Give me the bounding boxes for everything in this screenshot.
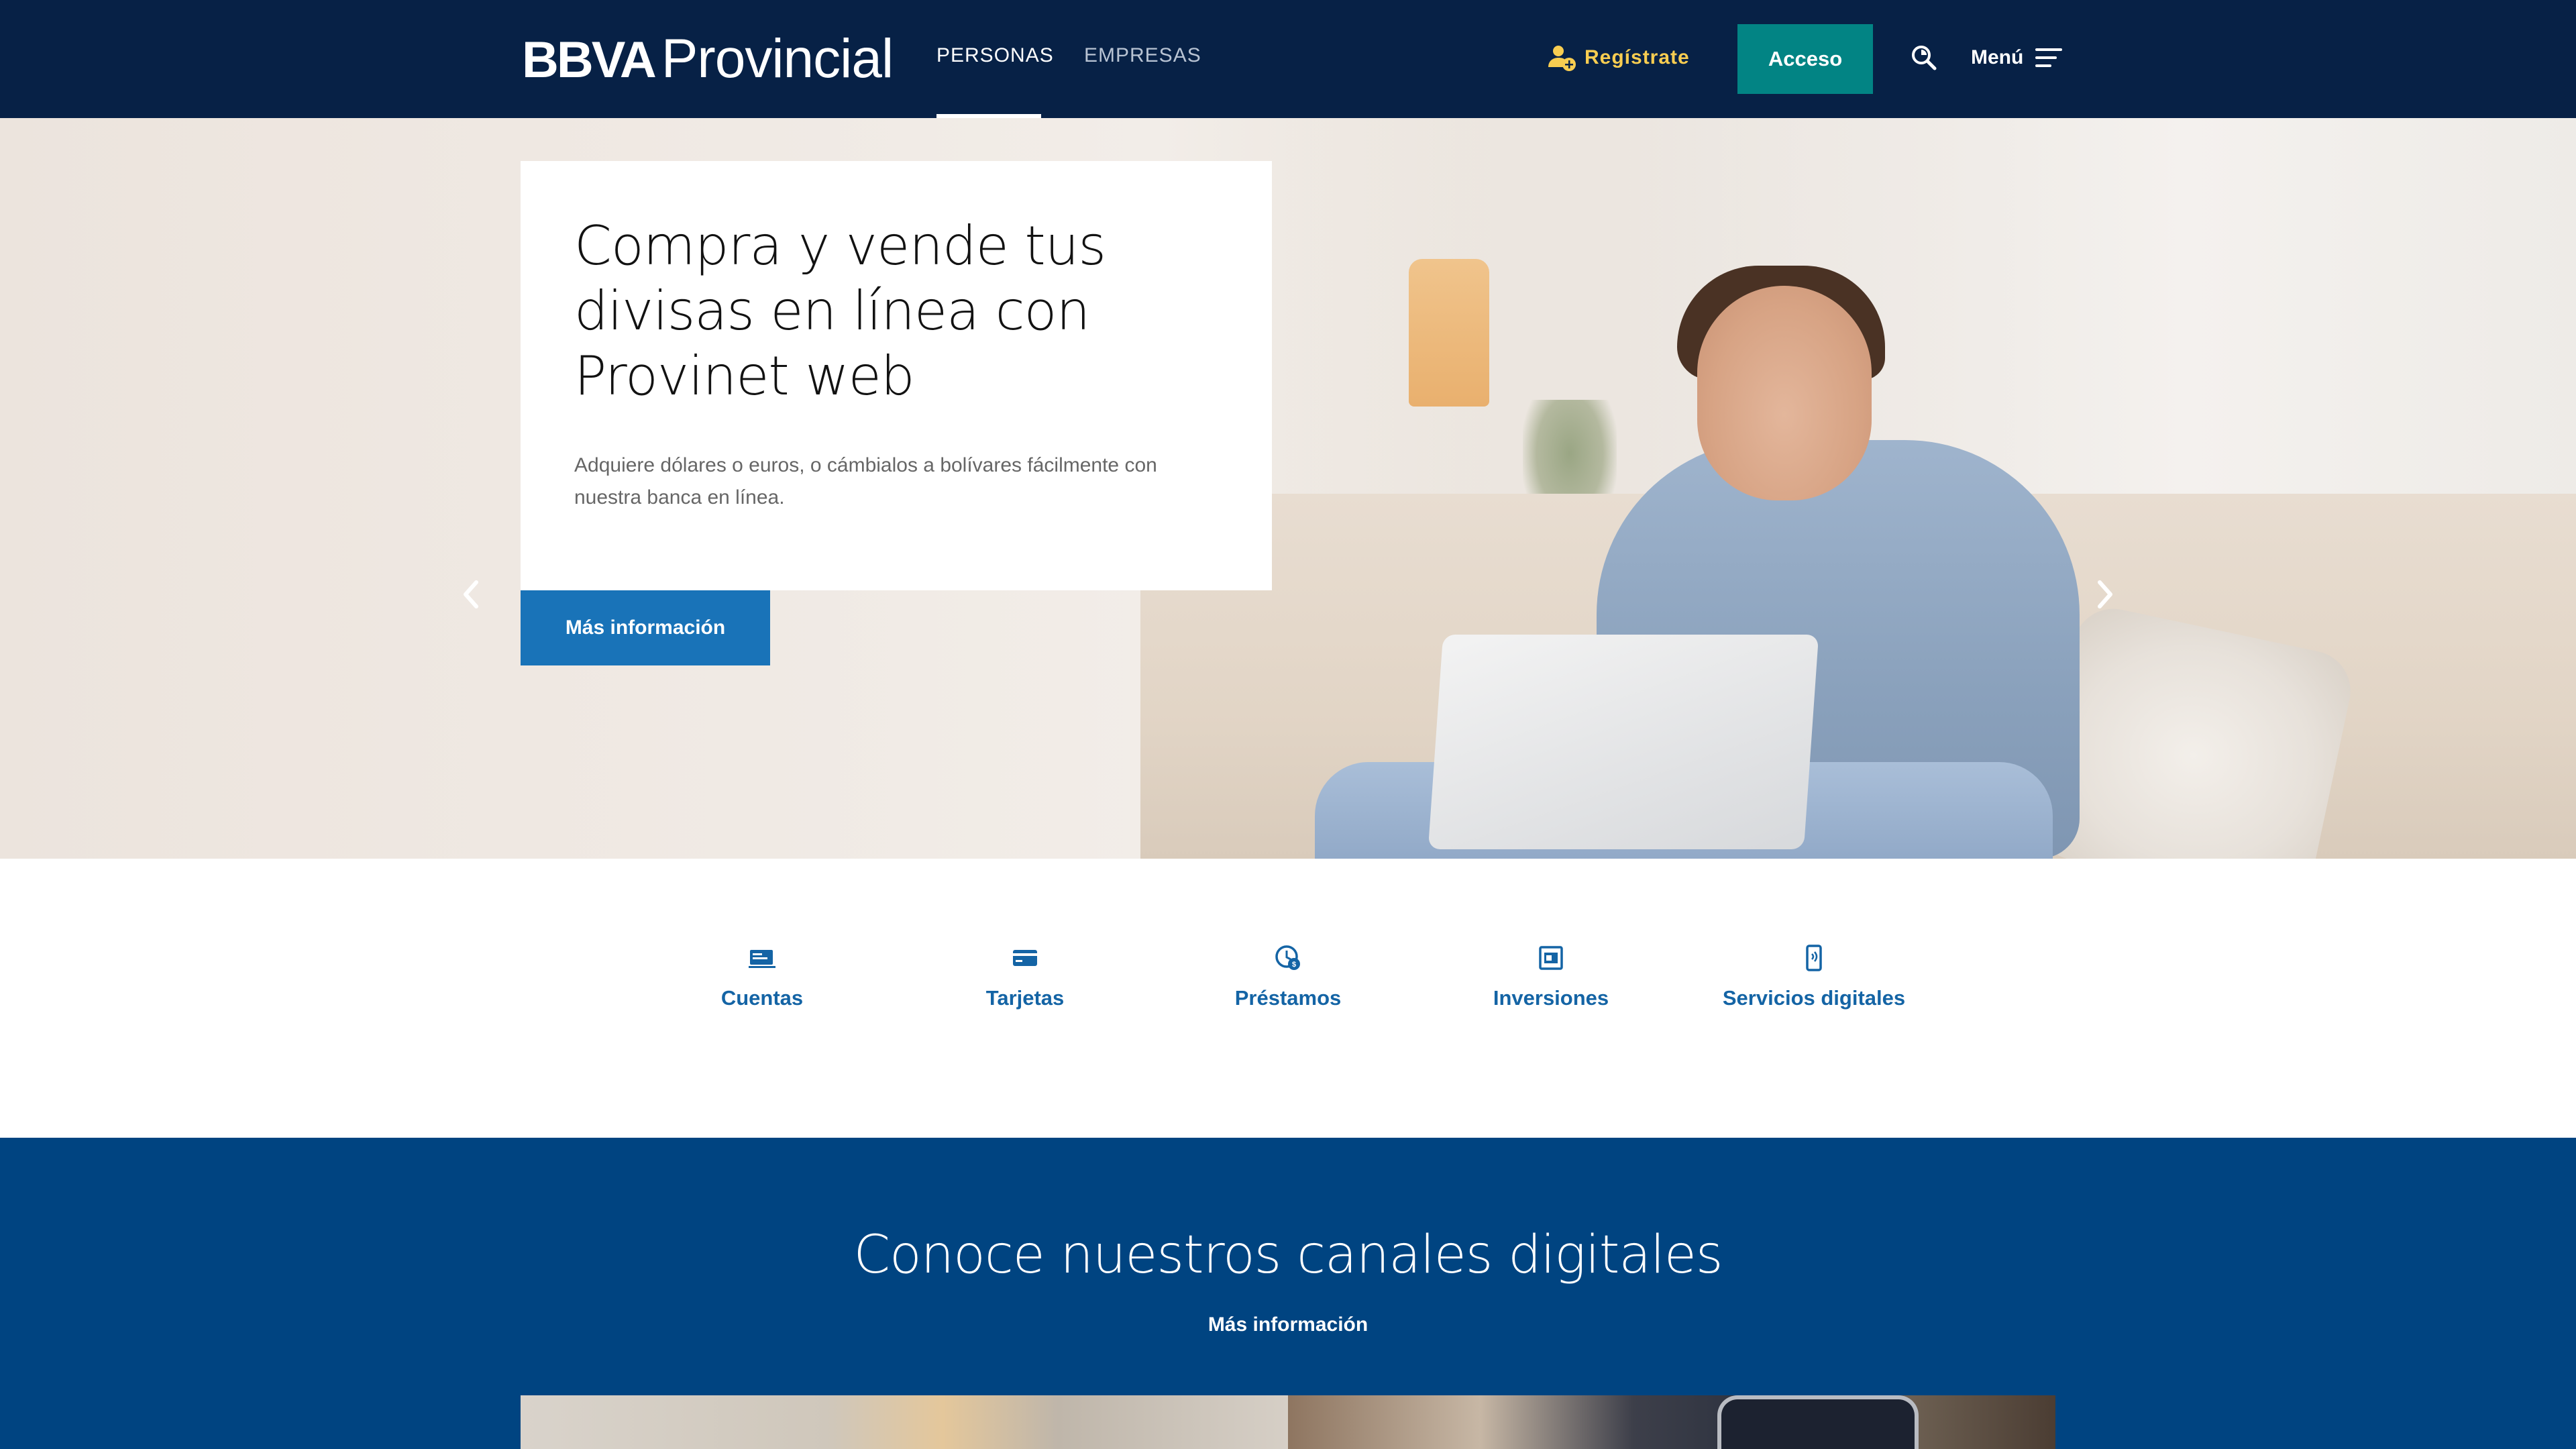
svg-text:$: $ (1292, 961, 1296, 969)
menu-label: Menú (1971, 46, 2024, 68)
menu-lines-icon (2035, 48, 2063, 67)
hero-laptop-image (1428, 635, 1819, 849)
category-cuentas[interactable]: Cuentas (631, 943, 894, 1010)
category-label: Cuentas (720, 986, 804, 1010)
carousel-prev-arrow-icon[interactable] (455, 574, 487, 614)
tab-personas[interactable]: PERSONAS (936, 44, 1053, 118)
card-icon (1013, 950, 1037, 966)
hero-description: Adquiere dólares o euros, o cámbialos a … (574, 454, 1157, 508)
bbva-provincial-logo[interactable]: BBVA Provincial (522, 28, 894, 89)
carousel-next-arrow-icon[interactable] (2089, 574, 2121, 614)
investment-icon (1539, 946, 1563, 970)
digital-channel-image-left[interactable] (521, 1395, 1288, 1449)
category-inversiones[interactable]: Inversiones (1419, 943, 1682, 1010)
menu-button[interactable]: Menú (1971, 43, 2063, 72)
access-button[interactable]: Acceso (1737, 24, 1873, 94)
user-add-icon (1548, 46, 1576, 71)
logo-name: Provincial (661, 28, 894, 89)
hero-person-face (1697, 286, 1872, 500)
digital-more-info-link[interactable]: Más información (0, 1313, 2576, 1336)
logo-brand: BBVA (522, 32, 657, 89)
category-label: Tarjetas (985, 986, 1065, 1010)
digital-channels-section: Conoce nuestros canales digitales Más in… (0, 1138, 2576, 1449)
hero-more-info-button[interactable]: Más información (521, 590, 770, 665)
phone-image (1717, 1395, 1919, 1449)
hero-card: Compra y vende tus divisas en línea con … (521, 161, 1272, 590)
mobile-icon (1806, 945, 1822, 971)
category-label: Inversiones (1493, 986, 1609, 1010)
accounts-icon (749, 950, 775, 968)
hero-carousel (0, 118, 2576, 859)
hero-lamp-image (1409, 259, 1489, 407)
product-categories: Cuentas Tarjetas $ Préstamos Inversiones (0, 859, 2576, 1138)
register-link[interactable]: Regístrate (1547, 43, 1690, 72)
category-label: Servicios digitales (1722, 986, 1906, 1010)
tab-empresas[interactable]: EMPRESAS (1084, 44, 1201, 118)
category-label: Préstamos (1234, 986, 1342, 1010)
category-tarjetas[interactable]: Tarjetas (894, 943, 1157, 1010)
category-prestamos[interactable]: $ Préstamos (1157, 943, 1419, 1010)
digital-channels-title: Conoce nuestros canales digitales (853, 1225, 1723, 1285)
search-icon[interactable] (1909, 43, 1939, 72)
register-label: Regístrate (1585, 46, 1690, 68)
site-header: BBVA Provincial PERSONAS EMPRESAS Regíst… (0, 0, 2576, 118)
hero-title: Compra y vende tus divisas en línea con … (574, 215, 1106, 407)
category-servicios-digitales[interactable]: Servicios digitales (1682, 943, 1945, 1010)
digital-channel-image-right[interactable] (1288, 1395, 2055, 1449)
loan-icon: $ (1275, 945, 1300, 970)
